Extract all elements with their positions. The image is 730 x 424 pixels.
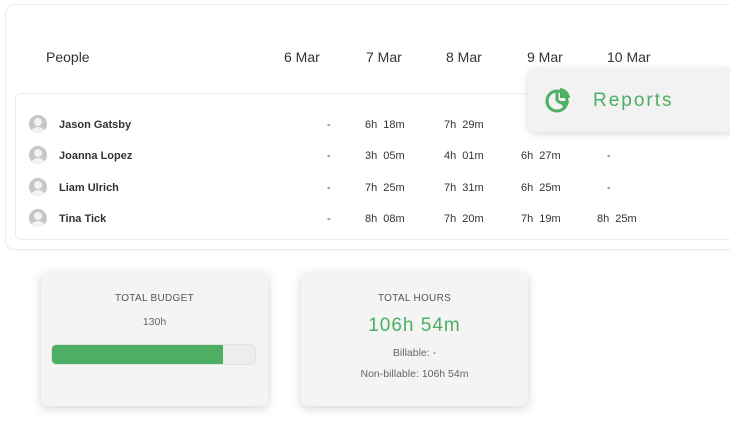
avatar [29, 209, 47, 227]
people-column-header: People [46, 49, 90, 65]
person-name: Jason Gatsby [59, 119, 132, 131]
hours-cell[interactable]: 7h 29m [444, 115, 484, 135]
hours-total: 106h 54m [368, 315, 461, 336]
total-hours-card: TOTAL HOURS 106h 54m Billable: - Non-bil… [301, 273, 528, 406]
avatar [29, 115, 47, 133]
person-name: Liam Ulrich [59, 182, 119, 194]
hours-cell[interactable]: 3h 05m [365, 146, 405, 166]
date-header-2: 7 Mar [366, 49, 402, 65]
budget-progress-fill [52, 345, 223, 364]
budget-value: 130h [142, 316, 167, 328]
billable-hours: Billable: - [392, 347, 437, 359]
date-header-4: 9 Mar [527, 49, 563, 65]
date-header-1: 6 Mar [284, 49, 320, 65]
hours-cell[interactable]: - [327, 115, 331, 135]
table-row[interactable]: Liam Ulrich - 7h 25m 7h 31m 6h 25m - [0, 178, 730, 198]
hours-cell[interactable]: 7h 31m [444, 178, 484, 198]
date-header-3: 8 Mar [446, 49, 482, 65]
hours-cell[interactable]: 6h 27m [521, 146, 561, 166]
pie-chart-icon [545, 88, 570, 113]
table-row[interactable]: Joanna Lopez - 3h 05m 4h 01m 6h 27m - [0, 146, 730, 166]
hours-cell[interactable]: 8h 08m [365, 209, 405, 229]
person-name: Joanna Lopez [59, 150, 133, 162]
budget-progress-bar [51, 344, 256, 365]
timesheet-widget: People 6 Mar 7 Mar 8 Mar 9 Mar 10 Mar Ja… [0, 0, 730, 424]
hours-cell[interactable]: 7h 25m [365, 178, 405, 198]
reports-button[interactable]: Reports [528, 68, 730, 132]
hours-cell[interactable]: 8h 25m [597, 209, 637, 229]
non-billable-hours: Non-billable: 106h 54m [360, 368, 469, 380]
table-row[interactable]: Tina Tick - 8h 08m 7h 20m 7h 19m 8h 25m [0, 209, 730, 229]
avatar [29, 178, 47, 196]
hours-cell[interactable]: - [327, 209, 331, 229]
hours-cell[interactable]: 7h 20m [444, 209, 484, 229]
budget-title: TOTAL BUDGET [115, 293, 194, 304]
hours-cell[interactable]: - [607, 146, 611, 166]
hours-cell[interactable]: 6h 18m [365, 115, 405, 135]
hours-cell[interactable]: - [327, 178, 331, 198]
reports-label: Reports [593, 90, 674, 111]
hours-cell[interactable]: 6h 25m [521, 178, 561, 198]
hours-cell[interactable]: 7h 19m [521, 209, 561, 229]
person-name: Tina Tick [59, 213, 107, 225]
total-budget-card: TOTAL BUDGET 130h [41, 273, 268, 406]
hours-cell[interactable]: - [327, 146, 331, 166]
date-header-5: 10 Mar [607, 49, 651, 65]
hours-cell[interactable]: - [607, 178, 611, 198]
hours-title: TOTAL HOURS [377, 293, 452, 304]
avatar [29, 146, 47, 164]
hours-cell[interactable]: 4h 01m [444, 146, 484, 166]
